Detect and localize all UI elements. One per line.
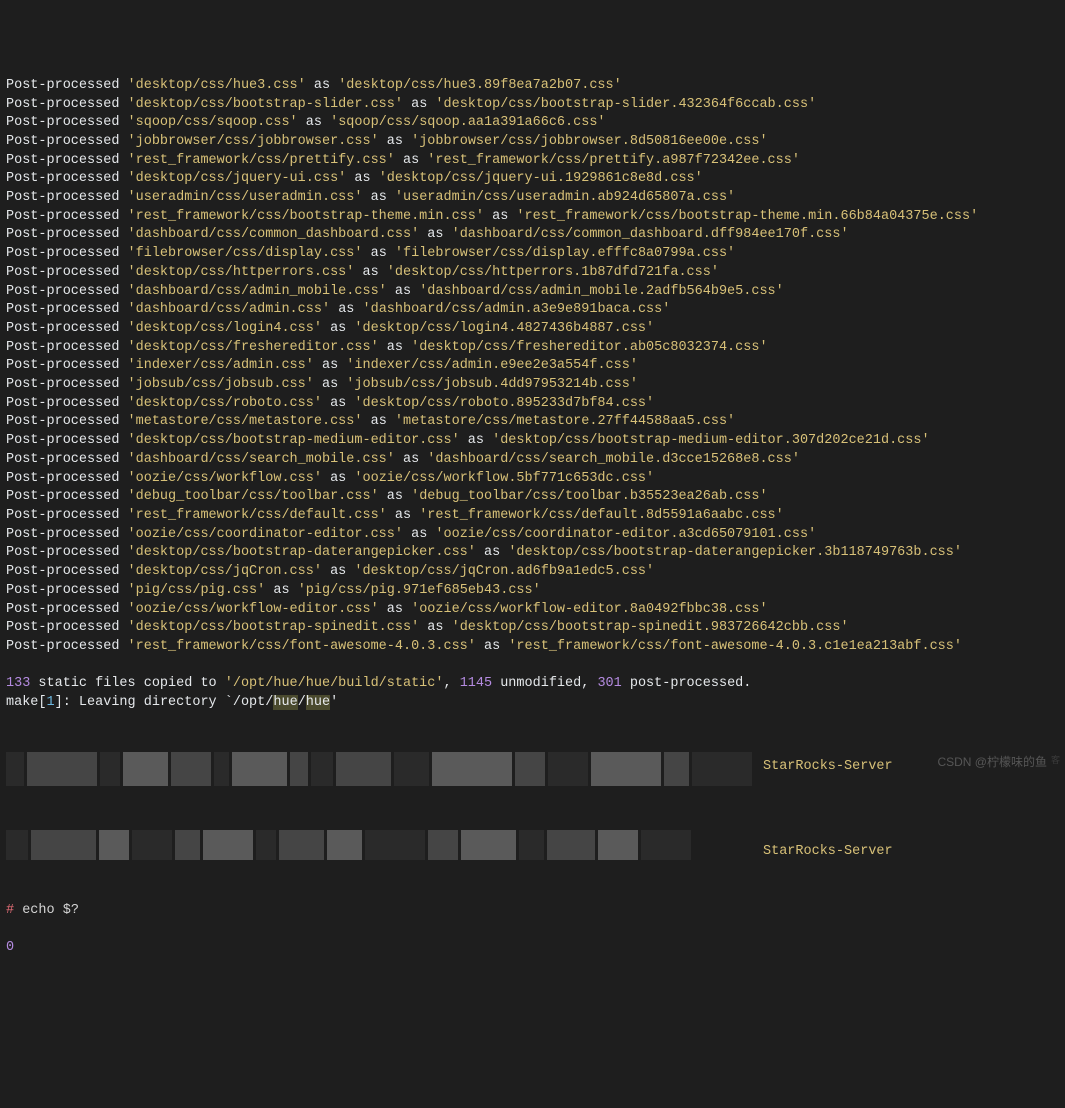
prompt-command: echo $? bbox=[14, 903, 79, 918]
log-line: Post-processed 'desktop/css/fresheredito… bbox=[6, 339, 1059, 358]
summary-line: 133 static files copied to '/opt/hue/hue… bbox=[6, 675, 1059, 694]
log-line: Post-processed 'desktop/css/bootstrap-me… bbox=[6, 432, 1059, 451]
starrocks-label-2: StarRocks-Server bbox=[763, 843, 893, 862]
log-line: Post-processed 'oozie/css/workflow-edito… bbox=[6, 601, 1059, 620]
log-line: Post-processed 'desktop/css/jquery-ui.cs… bbox=[6, 170, 1059, 189]
prompt-hash: # bbox=[6, 903, 14, 918]
watermark-small: 客 bbox=[1051, 752, 1060, 771]
make-line: make[1]: Leaving directory `/opt/hue/hue… bbox=[6, 694, 1059, 713]
log-line: Post-processed 'pig/css/pig.css' as 'pig… bbox=[6, 582, 1059, 601]
log-line: Post-processed 'dashboard/css/common_das… bbox=[6, 226, 1059, 245]
log-line: Post-processed 'rest_framework/css/font-… bbox=[6, 638, 1059, 657]
blank-line bbox=[6, 657, 1059, 676]
log-line: Post-processed 'desktop/css/login4.css' … bbox=[6, 320, 1059, 339]
log-line: Post-processed 'dashboard/css/admin.css'… bbox=[6, 301, 1059, 320]
starrocks-label-1: StarRocks-Server bbox=[763, 758, 893, 777]
censored-host-row-2: StarRocks-Server bbox=[6, 825, 1059, 865]
prompt-line[interactable]: # echo $? bbox=[6, 902, 1059, 921]
log-line: Post-processed 'metastore/css/metastore.… bbox=[6, 413, 1059, 432]
log-line: Post-processed 'useradmin/css/useradmin.… bbox=[6, 189, 1059, 208]
log-line: Post-processed 'rest_framework/css/defau… bbox=[6, 507, 1059, 526]
log-line: Post-processed 'jobbrowser/css/jobbrowse… bbox=[6, 133, 1059, 152]
log-line: Post-processed 'desktop/css/hue3.css' as… bbox=[6, 77, 1059, 96]
log-line: Post-processed 'indexer/css/admin.css' a… bbox=[6, 357, 1059, 376]
censored-host-row-1: StarRocks-Server bbox=[6, 750, 1059, 787]
log-line: Post-processed 'dashboard/css/search_mob… bbox=[6, 451, 1059, 470]
watermark: CSDN @柠檬味的鱼 bbox=[937, 753, 1047, 772]
log-line: Post-processed 'desktop/css/bootstrap-sp… bbox=[6, 619, 1059, 638]
log-line: Post-processed 'desktop/css/roboto.css' … bbox=[6, 395, 1059, 414]
terminal-output: Post-processed 'desktop/css/hue3.css' as… bbox=[6, 77, 1059, 713]
log-line: Post-processed 'desktop/css/httperrors.c… bbox=[6, 264, 1059, 283]
log-line: Post-processed 'rest_framework/css/prett… bbox=[6, 152, 1059, 171]
log-line: Post-processed 'desktop/css/bootstrap-da… bbox=[6, 544, 1059, 563]
log-line: Post-processed 'debug_toolbar/css/toolba… bbox=[6, 488, 1059, 507]
command-result: 0 bbox=[6, 939, 1059, 958]
log-line: Post-processed 'jobsub/css/jobsub.css' a… bbox=[6, 376, 1059, 395]
log-line: Post-processed 'desktop/css/bootstrap-sl… bbox=[6, 96, 1059, 115]
log-line: Post-processed 'desktop/css/jqCron.css' … bbox=[6, 563, 1059, 582]
log-line: Post-processed 'sqoop/css/sqoop.css' as … bbox=[6, 114, 1059, 133]
log-line: Post-processed 'rest_framework/css/boots… bbox=[6, 208, 1059, 227]
log-line: Post-processed 'oozie/css/coordinator-ed… bbox=[6, 526, 1059, 545]
log-line: Post-processed 'filebrowser/css/display.… bbox=[6, 245, 1059, 264]
log-line: Post-processed 'oozie/css/workflow.css' … bbox=[6, 470, 1059, 489]
log-line: Post-processed 'dashboard/css/admin_mobi… bbox=[6, 283, 1059, 302]
